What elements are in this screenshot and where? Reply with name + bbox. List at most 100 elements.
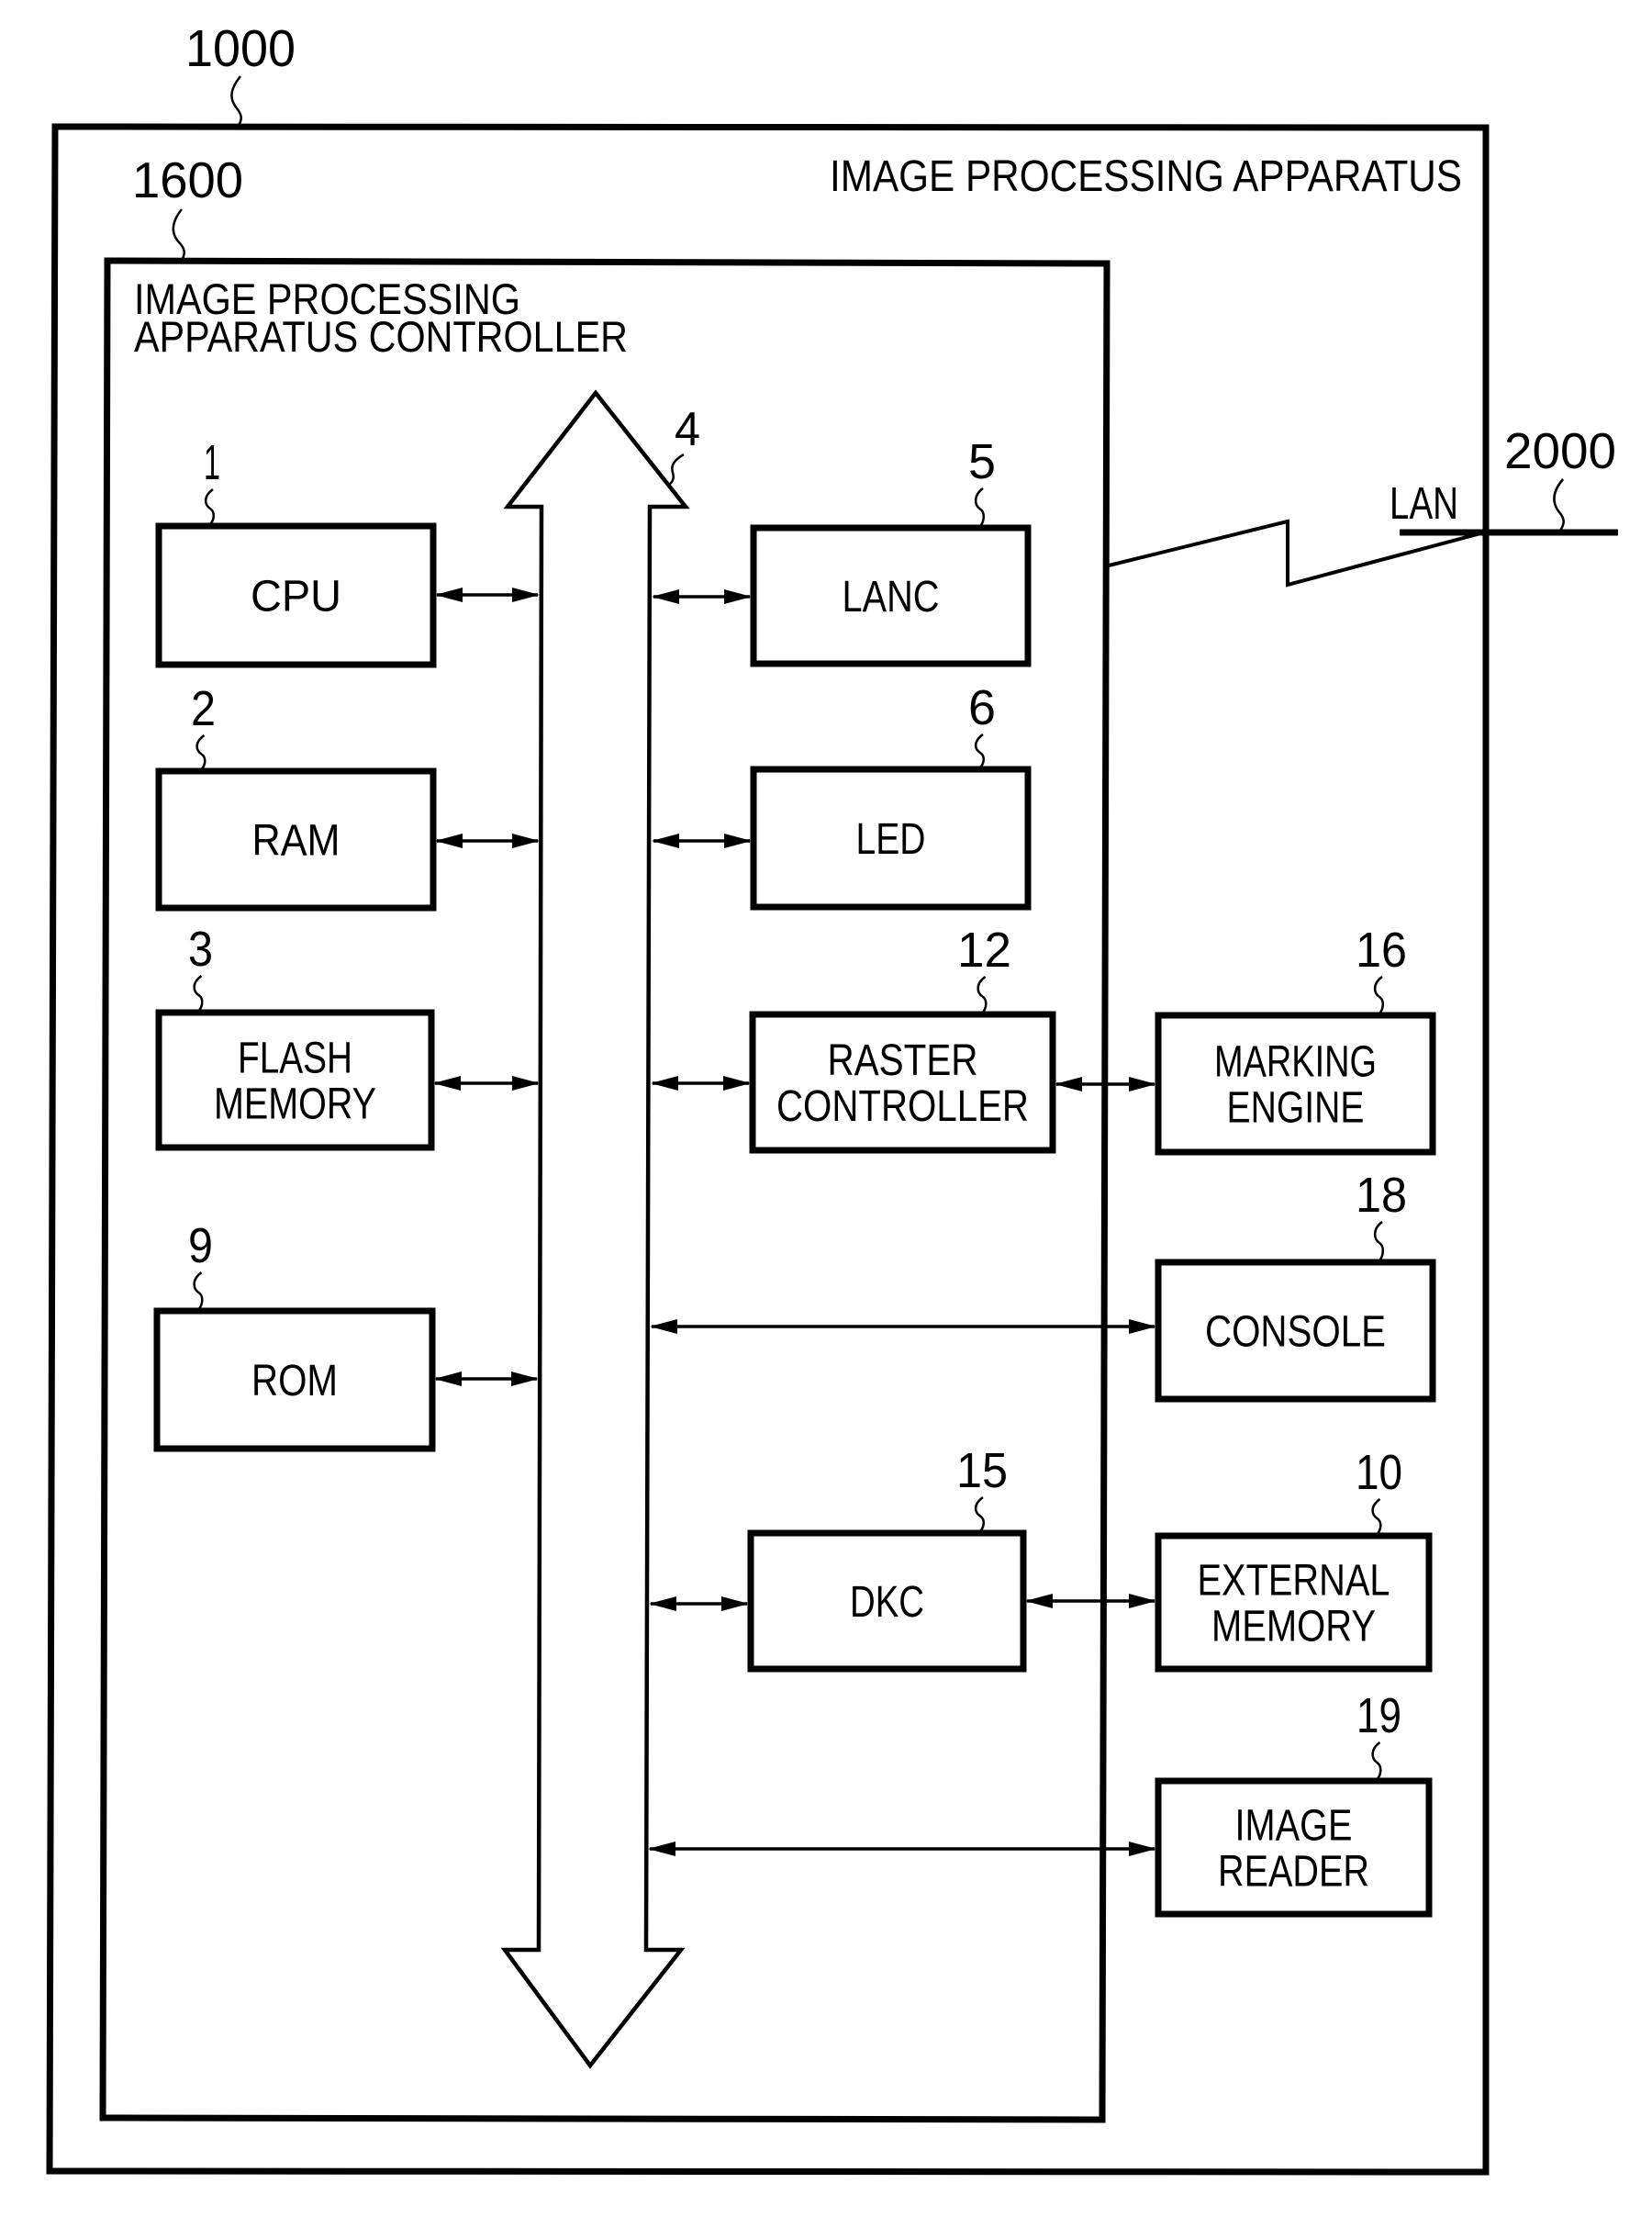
- flash-memory-leader-line: [193, 974, 204, 1012]
- ram-bus-left-arrowhead-icon: [435, 834, 463, 848]
- lan-label: LAN: [1390, 479, 1458, 529]
- bus-leader-line: [668, 453, 685, 486]
- connector-dkc-extmem: [1025, 1594, 1156, 1608]
- bus-dkc-right-arrowhead-icon: [721, 1596, 749, 1611]
- marking-engine-leader-line: [1373, 975, 1384, 1014]
- rom-ref-label: 9: [188, 1218, 213, 1273]
- bus-raster-left-arrowhead-icon: [651, 1076, 678, 1091]
- cpu-bus-right-arrowhead-icon: [512, 588, 540, 602]
- block-marking-engine: MARKINGENGINE 16: [1155, 923, 1436, 1156]
- raster-controller-label-line-2: CONTROLLER: [776, 1082, 1029, 1131]
- image-reader-label-line-2: READER: [1218, 1848, 1369, 1897]
- rom-leader-line: [193, 1271, 204, 1310]
- bus-led-left-arrowhead-icon: [652, 834, 679, 848]
- bus-raster-right-arrowhead-icon: [723, 1076, 751, 1091]
- network-leader-line: [1553, 478, 1565, 532]
- block-lanc: LANC 5: [750, 434, 1032, 667]
- marking-engine-label-line-1: MARKING: [1214, 1038, 1377, 1087]
- cpu-label-line-1: CPU: [251, 573, 341, 621]
- rom-bus-left-arrowhead-icon: [434, 1372, 462, 1386]
- bus-led-right-arrowhead-icon: [724, 834, 752, 848]
- marking-engine-ref-label: 16: [1356, 923, 1407, 978]
- block-rom: ROM 9: [153, 1218, 436, 1452]
- led-label-line-1: LED: [856, 815, 926, 864]
- apparatus-ref-label: 1000: [185, 19, 296, 78]
- ram-ref-label: 2: [191, 681, 216, 736]
- bus-lanc-left-arrowhead-icon: [652, 589, 679, 604]
- dkc-extmem-left-arrowhead-icon: [1025, 1594, 1053, 1608]
- console-leader-line: [1373, 1220, 1384, 1261]
- connector-bus-imagereader: [648, 1842, 1156, 1856]
- lanc-label-line-1: LANC: [843, 573, 940, 621]
- console-label-line-1: CONSOLE: [1205, 1308, 1386, 1357]
- ram-leader-line: [195, 733, 206, 770]
- block-external-memory: EXTERNALMEMORY 10: [1155, 1445, 1433, 1673]
- controller-title-line-2: APPARATUS CONTROLLER: [134, 312, 628, 361]
- block-dkc: DKC 15: [747, 1443, 1027, 1673]
- image-reader-ref-label: 19: [1356, 1688, 1401, 1743]
- external-memory-leader-line: [1371, 1497, 1382, 1535]
- bus-ref-label: 4: [675, 403, 700, 456]
- bus-dkc-left-arrowhead-icon: [649, 1596, 676, 1611]
- flash-bus-right-arrowhead-icon: [512, 1076, 540, 1091]
- lanc-ref-label: 5: [968, 434, 996, 489]
- raster-controller-leader-line: [977, 975, 988, 1013]
- system-bus-arrow: [500, 389, 690, 2069]
- ram-bus-right-arrowhead-icon: [512, 834, 540, 848]
- connector-bus-raster: [651, 1076, 751, 1091]
- led-leader-line: [974, 733, 985, 768]
- bus-imagereader-left-arrowhead-icon: [648, 1842, 675, 1856]
- raster-controller-label-line-1: RASTER: [828, 1036, 978, 1085]
- cpu-bus-left-arrowhead-icon: [435, 588, 463, 602]
- connector-ram-bus: [435, 834, 540, 848]
- bus-lanc-right-arrowhead-icon: [724, 589, 752, 604]
- rom-label-line-1: ROM: [251, 1357, 338, 1405]
- image-reader-label-line-1: IMAGE: [1235, 1802, 1353, 1851]
- bus-imagereader-right-arrowhead-icon: [1129, 1842, 1156, 1856]
- marking-engine-label-line-2: ENGINE: [1227, 1084, 1365, 1133]
- connector-bus-led: [652, 834, 752, 848]
- blocks-layer: CPU1RAM2FLASHMEMORY3ROM9LANC5LED6RASTERC…: [153, 434, 1436, 1918]
- network-ref-label: 2000: [1504, 422, 1616, 479]
- lanc-leader-line: [974, 487, 985, 527]
- block-diagram: IMAGE PROCESSING APPARATUS 1000 IMAGE PR…: [46, 19, 1618, 2176]
- dkc-label-line-1: DKC: [850, 1578, 924, 1627]
- block-image-reader: IMAGEREADER 19: [1155, 1688, 1433, 1918]
- block-led: LED 6: [750, 680, 1032, 911]
- external-memory-label-line-1: EXTERNAL: [1198, 1557, 1390, 1606]
- dkc-extmem-right-arrowhead-icon: [1129, 1594, 1156, 1608]
- flash-bus-left-arrowhead-icon: [433, 1076, 461, 1091]
- cpu-leader-line: [204, 487, 215, 525]
- connector-rom-bus: [434, 1372, 539, 1386]
- apparatus-leader-line: [230, 75, 242, 127]
- dkc-ref-label: 15: [956, 1443, 1008, 1498]
- bus-console-right-arrowhead-icon: [1129, 1319, 1156, 1334]
- bus-console-left-arrowhead-icon: [650, 1319, 677, 1334]
- raster-controller-ref-label: 12: [957, 923, 1011, 978]
- controller-leader-line: [172, 208, 185, 262]
- apparatus-title: IMAGE PROCESSING APPARATUS: [830, 152, 1462, 201]
- flash-memory-label-line-1: FLASH: [238, 1035, 352, 1083]
- external-memory-ref-label: 10: [1356, 1445, 1402, 1500]
- rom-bus-right-arrowhead-icon: [511, 1372, 539, 1386]
- ram-label-line-1: RAM: [252, 817, 340, 866]
- image-reader-leader-line: [1371, 1741, 1382, 1780]
- block-flash-memory: FLASHMEMORY 3: [155, 922, 435, 1151]
- dkc-leader-line: [974, 1495, 985, 1532]
- led-ref-label: 6: [968, 680, 996, 735]
- lan-group: LAN 2000: [1104, 422, 1618, 588]
- external-memory-label-line-2: MEMORY: [1211, 1603, 1376, 1651]
- raster-marking-right-arrowhead-icon: [1129, 1077, 1156, 1092]
- connector-cpu-bus: [435, 588, 540, 602]
- block-raster-controller: RASTERCONTROLLER 12: [749, 923, 1056, 1154]
- block-ram: RAM 2: [155, 681, 437, 912]
- flash-memory-ref-label: 3: [188, 922, 213, 977]
- connector-bus-console: [650, 1319, 1156, 1334]
- block-cpu: CPU 1: [155, 435, 437, 668]
- connector-flash-bus: [433, 1076, 540, 1091]
- console-ref-label: 18: [1356, 1168, 1407, 1223]
- flash-memory-label-line-2: MEMORY: [214, 1080, 376, 1129]
- connector-bus-dkc: [649, 1596, 749, 1611]
- connector-bus-lanc: [652, 589, 752, 604]
- block-console: CONSOLE 18: [1155, 1168, 1436, 1403]
